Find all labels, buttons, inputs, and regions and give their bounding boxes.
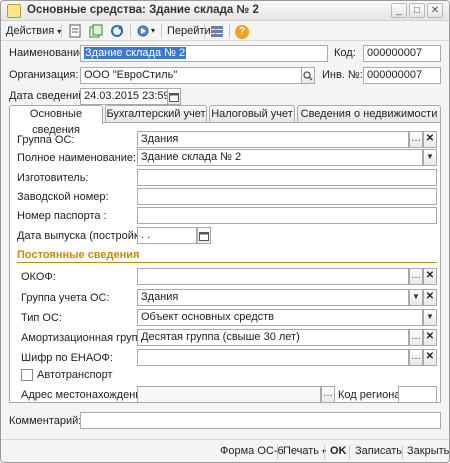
clear-icon[interactable]: ✕ <box>423 131 437 148</box>
inv-field[interactable]: 000000007 <box>363 67 441 84</box>
clear-icon[interactable]: ✕ <box>423 329 437 346</box>
os6-form-button[interactable]: Форма ОС-6 <box>220 445 284 457</box>
chevron-down-icon[interactable]: ▼ <box>423 309 437 326</box>
main-panel: Группа ОС: Здания … ✕ Полное наименовани… <box>9 122 441 403</box>
toolbar-separator <box>130 24 131 38</box>
clear-icon[interactable]: ✕ <box>423 289 437 306</box>
chevron-down-icon[interactable]: ▾ <box>151 23 155 39</box>
toolbar-separator <box>61 24 62 38</box>
ok-button[interactable]: OK <box>330 445 347 457</box>
actions-menu[interactable]: Действия ▾ <box>6 23 61 39</box>
name-label: Наименование: <box>9 47 89 59</box>
title-bar: Основные средства: Здание склада № 2 _ □… <box>1 1 449 21</box>
toolbar-separator <box>349 445 350 459</box>
window-title: Основные средства: Здание склада № 2 <box>27 4 259 16</box>
name-field[interactable]: Здание склада № 2 <box>80 45 328 62</box>
clear-icon[interactable]: ✕ <box>423 268 437 285</box>
tab-strip: Основные сведения Бухгалтерский учет Нал… <box>9 105 441 136</box>
print-menu[interactable]: Печать ▾ <box>283 445 326 457</box>
clear-icon[interactable]: ✕ <box>423 349 437 366</box>
auto-label: Автотранспорт <box>37 369 113 381</box>
maximize-button[interactable]: □ <box>409 3 425 18</box>
comment-label: Комментарий: <box>9 415 82 427</box>
address-field[interactable] <box>137 386 321 403</box>
region-label: Код региона: <box>338 389 404 401</box>
okof-label: ОКОФ: <box>21 271 56 283</box>
code-field[interactable]: 000000007 <box>363 45 441 62</box>
select-button[interactable]: … <box>409 349 423 366</box>
address-label: Адрес местонахождения: <box>21 389 151 401</box>
main-window: Основные средства: Здание склада № 2 _ □… <box>0 0 450 463</box>
close-button[interactable]: Закрыть <box>407 445 449 457</box>
acc-group-label: Группа учета ОС: <box>21 292 110 304</box>
print-label: Печать <box>283 445 320 457</box>
amort-field[interactable]: Десятая группа (свыше 30 лет) <box>137 329 409 346</box>
toolbar-separator <box>324 445 325 459</box>
calendar-icon[interactable] <box>167 88 181 105</box>
maker-field[interactable] <box>137 169 437 186</box>
toolbar-separator <box>229 24 230 38</box>
okof-field[interactable] <box>137 268 409 285</box>
passport-label: Номер паспорта : <box>17 210 107 222</box>
region-field[interactable] <box>398 386 437 403</box>
bottom-bar: Форма ОС-6 Печать ▾ OK Записать Закрыть <box>1 439 449 462</box>
enaof-field[interactable] <box>137 349 409 366</box>
select-button[interactable]: … <box>321 386 335 403</box>
date-field[interactable]: 24.03.2015 23:59:59 <box>80 88 168 105</box>
copy-icon[interactable] <box>87 23 105 39</box>
select-button[interactable]: … <box>409 131 423 148</box>
section-divider <box>17 262 437 263</box>
app-icon <box>7 4 21 18</box>
tab-main[interactable]: Основные сведения <box>9 105 103 136</box>
toolbar: Действия ▾ ▾ Перейти ▾ ? <box>1 21 449 41</box>
code-label: Код: <box>334 47 356 59</box>
tab-tax[interactable]: Налоговый учет <box>209 105 295 123</box>
search-icon[interactable] <box>301 67 315 84</box>
select-button[interactable]: … <box>409 268 423 285</box>
close-window-button[interactable]: ✕ <box>427 3 443 18</box>
maker-label: Изготовитель: <box>17 172 89 184</box>
save-button[interactable]: Записать <box>355 445 402 457</box>
toolbar-separator <box>277 445 278 459</box>
auto-checkbox[interactable] <box>21 369 33 381</box>
issue-date-label: Дата выпуска (постройки): <box>17 230 152 242</box>
comment-field[interactable] <box>80 412 441 429</box>
os-type-label: Тип ОС: <box>21 312 62 324</box>
help-button[interactable]: ? <box>233 23 251 39</box>
amort-label: Амортизационная группа: <box>21 332 153 344</box>
passport-field[interactable] <box>137 207 437 224</box>
os-type-field[interactable]: Объект основных средств <box>137 309 423 326</box>
tab-accounting[interactable]: Бухгалтерский учет <box>105 105 207 123</box>
new-icon[interactable] <box>66 23 84 39</box>
name-value: Здание склада № 2 <box>84 47 187 59</box>
calendar-icon[interactable] <box>197 227 211 244</box>
structure-icon[interactable] <box>134 23 152 39</box>
enaof-label: Шифр по ЕНАОФ: <box>21 352 113 364</box>
actions-label: Действия <box>6 25 55 37</box>
help-icon: ? <box>235 25 249 39</box>
group-field[interactable]: Здания <box>137 131 409 148</box>
refresh-icon[interactable] <box>108 23 126 39</box>
toolbar-separator <box>161 24 162 38</box>
chevron-down-icon[interactable]: ▼ <box>423 149 437 166</box>
const-section-title: Постоянные сведения <box>17 249 140 261</box>
toolbar-separator <box>402 445 403 459</box>
select-button[interactable]: … <box>409 329 423 346</box>
fullname-field[interactable]: Здание склада № 2 <box>137 149 423 166</box>
org-label: Организация: <box>9 69 79 81</box>
chevron-down-icon[interactable]: ▼ <box>409 289 423 306</box>
minimize-button[interactable]: _ <box>391 3 407 18</box>
serial-field[interactable] <box>137 188 437 205</box>
date-label: Дата сведений: <box>9 90 88 102</box>
toolbar-separator <box>204 24 205 38</box>
serial-label: Заводской номер: <box>17 191 109 203</box>
list-icon[interactable] <box>208 23 226 39</box>
acc-group-field[interactable]: Здания <box>137 289 409 306</box>
tab-realty[interactable]: Сведения о недвижимости <box>297 105 441 123</box>
org-field[interactable]: ООО "ЕвроСтиль" <box>80 67 302 84</box>
issue-date-field[interactable]: . . <box>137 227 197 244</box>
inv-label: Инв. №: <box>322 69 363 81</box>
fullname-label: Полное наименование: <box>17 152 137 164</box>
